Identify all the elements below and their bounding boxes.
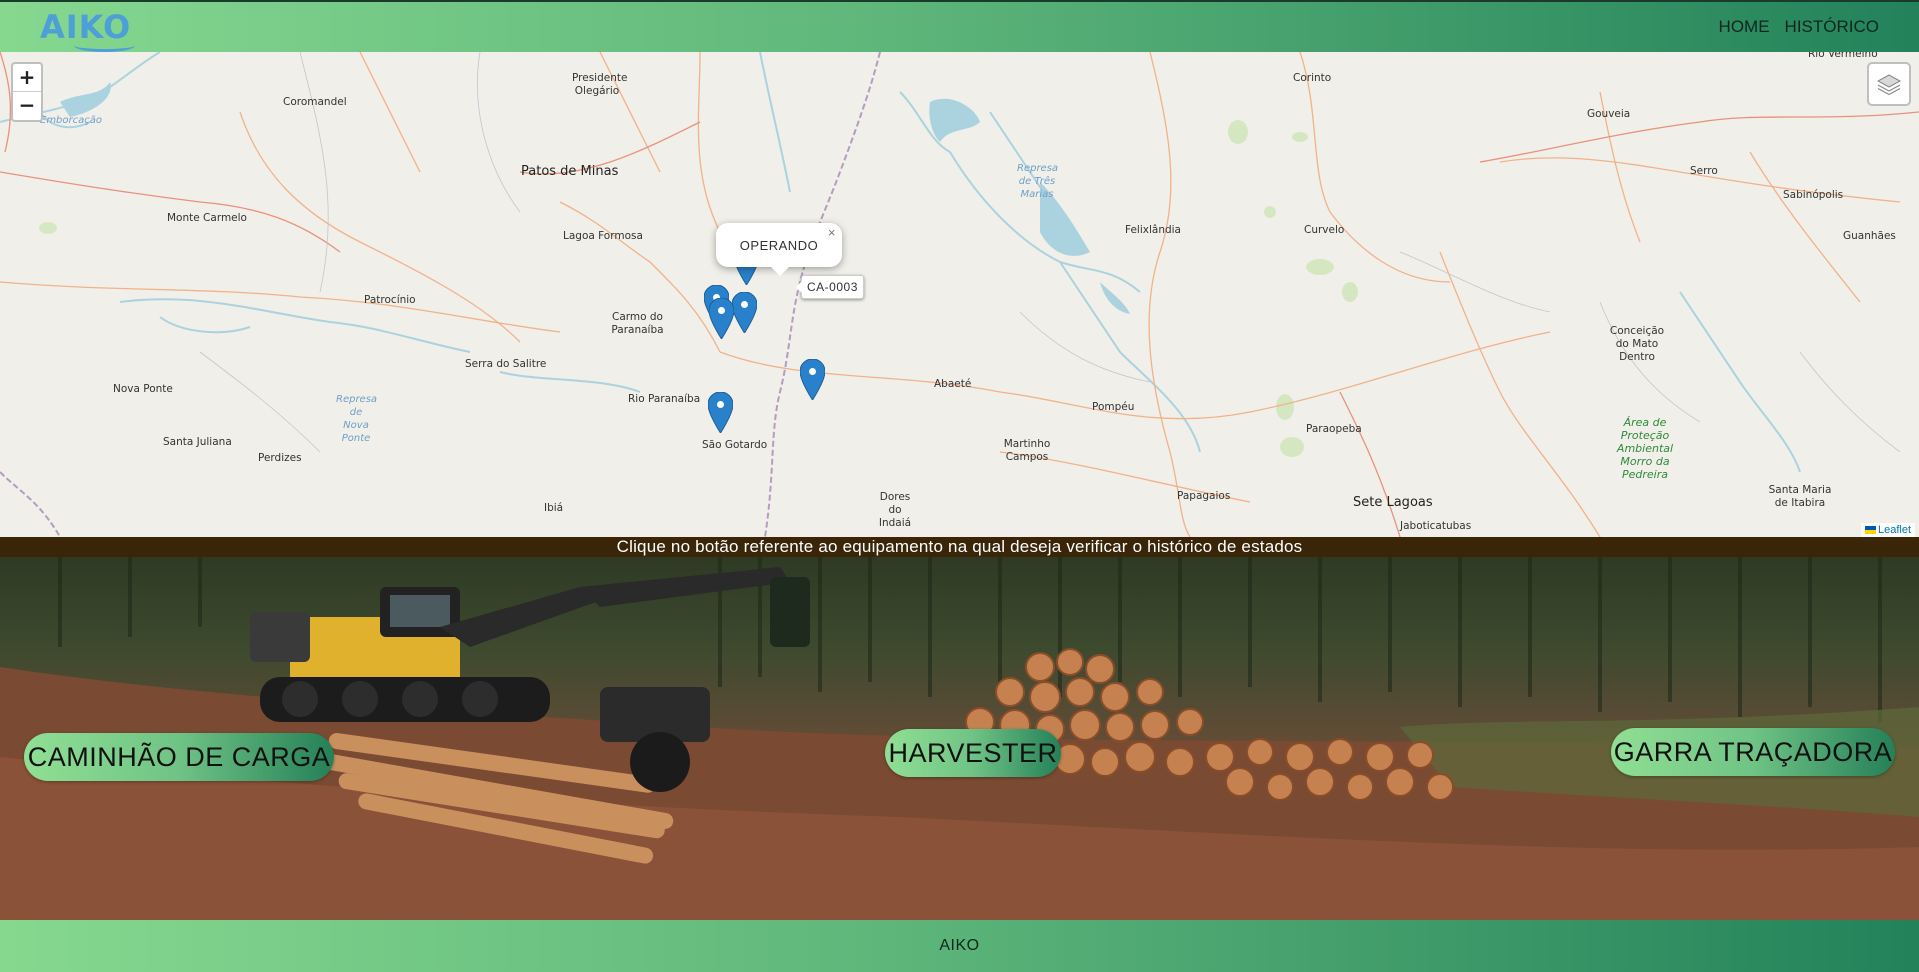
place-label: Martinho Campos bbox=[1003, 438, 1051, 463]
place-label: Monte Carmelo bbox=[167, 212, 247, 224]
marker-tooltip: CA-0003 bbox=[796, 275, 864, 299]
equipment-marker-pin-icon[interactable] bbox=[732, 292, 757, 333]
ukraine-flag-icon bbox=[1864, 526, 1876, 535]
place-label: Curvelo bbox=[1304, 224, 1345, 236]
place-label: Abaeté bbox=[934, 378, 972, 390]
place-label: Jaboticatubas bbox=[1400, 520, 1472, 532]
place-label: Papagaios bbox=[1177, 490, 1231, 502]
place-label: Rio Paranaíba bbox=[628, 393, 701, 405]
place-label: Presidente Olegário bbox=[572, 72, 628, 97]
leaflet-link[interactable]: Leaflet bbox=[1878, 524, 1911, 536]
top-navbar: AIKO HOME HISTÓRICO bbox=[0, 0, 1919, 52]
place-label: Guanhães bbox=[1843, 230, 1896, 242]
instruction-text: Clique no botão referente ao equipamento… bbox=[0, 537, 1919, 557]
place-label: Sete Lagoas bbox=[1353, 495, 1433, 510]
harvester-button[interactable]: HARVESTER bbox=[885, 729, 1061, 777]
place-label: Conceição do Mato Dentro bbox=[1609, 325, 1665, 363]
place-label: Coromandel bbox=[283, 96, 347, 108]
place-label: Serra do Salitre bbox=[465, 358, 547, 370]
aiko-logo[interactable]: AIKO bbox=[40, 8, 136, 52]
place-label: Felixlândia bbox=[1125, 224, 1181, 236]
place-label: Santa Juliana bbox=[163, 436, 232, 448]
water-label: Emborcação bbox=[40, 115, 103, 126]
footer-text: AIKO bbox=[939, 937, 980, 954]
equipment-marker-pin-icon[interactable] bbox=[708, 392, 733, 433]
nav-home-link[interactable]: HOME bbox=[1719, 17, 1770, 37]
place-label: Corinto bbox=[1293, 72, 1332, 84]
equipment-map[interactable]: Rio Vermelho Presidente Olegário Coroman… bbox=[0, 52, 1919, 537]
garra-tracadora-button[interactable]: GARRA TRAÇADORA bbox=[1611, 728, 1895, 776]
place-label: Ibiá bbox=[544, 502, 564, 514]
place-label: Gouveia bbox=[1587, 108, 1631, 120]
forestry-hero-image: CAMINHÃO DE CARGA HARVESTER GARRA TRAÇAD… bbox=[0, 557, 1919, 920]
place-label: São Gotardo bbox=[702, 439, 768, 451]
caminhao-de-carga-button[interactable]: CAMINHÃO DE CARGA bbox=[24, 733, 334, 781]
place-label: Perdizes bbox=[258, 452, 302, 464]
place-label: Rio Vermelho bbox=[1808, 52, 1878, 60]
layers-icon bbox=[1876, 74, 1902, 96]
water-label: Represa de Três Marias bbox=[1017, 163, 1059, 200]
popup-status-text: OPERANDO bbox=[739, 237, 819, 253]
zoom-control: + − bbox=[11, 62, 43, 122]
marker-popup: OPERANDO × bbox=[716, 223, 842, 276]
water-label: Represa de Nova Ponte bbox=[336, 394, 378, 444]
protected-area-label: Área de Proteção Ambiental Morro da Pedr… bbox=[1616, 416, 1674, 481]
place-label: Dores do Indaiá bbox=[878, 491, 912, 529]
map-attribution: Leaflet bbox=[1860, 523, 1915, 537]
equipment-marker-pin-icon[interactable] bbox=[709, 298, 734, 339]
place-label: Patrocínio bbox=[364, 294, 416, 306]
place-label: Serro bbox=[1690, 165, 1718, 177]
place-label: Patos de Minas bbox=[521, 164, 619, 179]
main-nav: HOME HISTÓRICO bbox=[1719, 17, 1879, 37]
place-label: Sabinópolis bbox=[1783, 189, 1844, 201]
zoom-out-button[interactable]: − bbox=[13, 92, 41, 120]
place-label: Carmo do Paranaíba bbox=[611, 311, 664, 336]
zoom-in-button[interactable]: + bbox=[13, 64, 41, 92]
place-label: Pompéu bbox=[1092, 401, 1135, 413]
layers-button[interactable] bbox=[1867, 62, 1911, 106]
nav-historico-link[interactable]: HISTÓRICO bbox=[1785, 17, 1879, 37]
place-label: Nova Ponte bbox=[113, 383, 173, 395]
place-label: Santa Maria de Itabira bbox=[1768, 484, 1832, 509]
place-label: Lagoa Formosa bbox=[563, 230, 643, 242]
footer: AIKO bbox=[0, 920, 1919, 972]
place-label: Paraopeba bbox=[1306, 423, 1362, 435]
popup-close-icon[interactable]: × bbox=[828, 225, 836, 240]
equipment-marker-pin-icon[interactable] bbox=[800, 359, 825, 400]
